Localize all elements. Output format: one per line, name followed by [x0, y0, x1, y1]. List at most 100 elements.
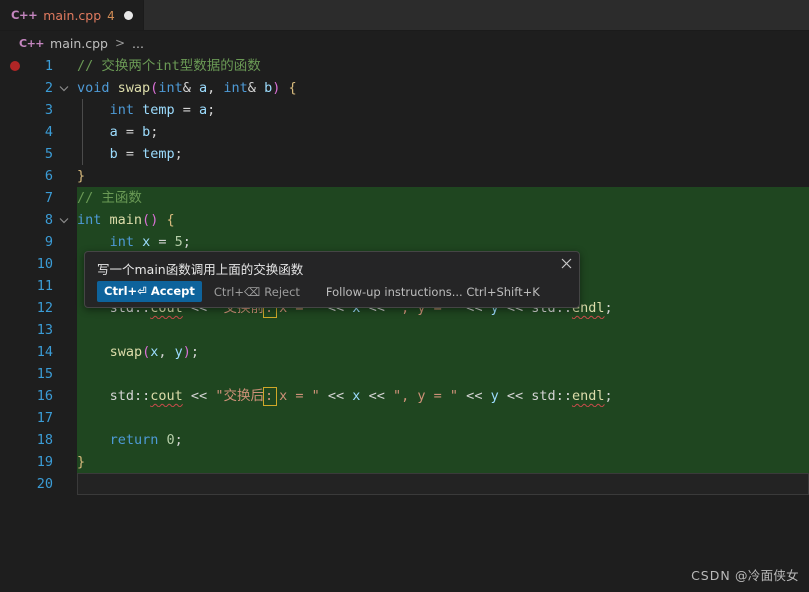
- code-line[interactable]: 1 // 交换两个int型数据的函数: [0, 55, 809, 77]
- code-line-text[interactable]: }: [77, 451, 809, 473]
- code-line[interactable]: 17: [0, 407, 809, 429]
- code-line[interactable]: 7 // 主函数: [0, 187, 809, 209]
- line-number: 10: [36, 256, 53, 272]
- cpp-file-icon: C++: [11, 7, 38, 22]
- line-gutter[interactable]: 13: [0, 319, 77, 341]
- line-gutter[interactable]: 18: [0, 429, 77, 451]
- line-gutter[interactable]: 19: [0, 451, 77, 473]
- line-gutter[interactable]: 5: [0, 143, 77, 165]
- line-number: 15: [36, 366, 53, 382]
- code-line-text[interactable]: // 主函数: [77, 187, 809, 209]
- chevron-down-icon[interactable]: [57, 209, 71, 231]
- code-line[interactable]: 3 int temp = a;: [0, 99, 809, 121]
- accept-button[interactable]: Ctrl+⏎ Accept: [97, 281, 202, 302]
- code-line[interactable]: 8 int main() {: [0, 209, 809, 231]
- line-gutter[interactable]: 20: [0, 473, 77, 495]
- code-line-text[interactable]: [77, 319, 809, 341]
- accept-label: Accept: [150, 284, 195, 298]
- code-line-text[interactable]: void swap(int& a, int& b) {: [77, 77, 809, 99]
- copilot-action-row: Ctrl+⏎ Accept Ctrl+⌫ Reject Follow-up inst…: [97, 281, 540, 302]
- line-gutter[interactable]: 1: [0, 55, 77, 77]
- code-line[interactable]: 15: [0, 363, 809, 385]
- code-line-text[interactable]: }: [77, 165, 809, 187]
- breadcrumb-file[interactable]: main.cpp: [50, 36, 108, 51]
- code-line[interactable]: 14 swap(x, y);: [0, 341, 809, 363]
- line-number: 7: [44, 190, 53, 206]
- line-gutter[interactable]: 11: [0, 275, 77, 297]
- code-editor[interactable]: 1 // 交换两个int型数据的函数 2 void swap(int& a, int&…: [0, 55, 809, 592]
- line-gutter[interactable]: 9: [0, 231, 77, 253]
- code-line[interactable]: 4 a = b;: [0, 121, 809, 143]
- line-number: 1: [44, 58, 53, 74]
- line-gutter[interactable]: 2: [0, 77, 77, 99]
- code-line[interactable]: 20: [0, 473, 809, 495]
- tab-problem-count: 4: [107, 8, 115, 23]
- code-line[interactable]: 5 b = temp;: [0, 143, 809, 165]
- code-line-text[interactable]: b = temp;: [77, 143, 809, 165]
- line-gutter[interactable]: 14: [0, 341, 77, 363]
- line-gutter[interactable]: 17: [0, 407, 77, 429]
- accept-shortcut: Ctrl+⏎: [104, 284, 147, 298]
- line-number: 12: [36, 300, 53, 316]
- code-line-text[interactable]: int x = 5;: [77, 231, 809, 253]
- line-number: 17: [36, 410, 53, 426]
- line-number: 11: [36, 278, 53, 294]
- chevron-down-icon[interactable]: [57, 77, 71, 99]
- line-number: 5: [44, 146, 53, 162]
- code-line-text[interactable]: return 0;: [77, 429, 809, 451]
- line-number: 19: [36, 454, 53, 470]
- code-line[interactable]: 18 return 0;: [0, 429, 809, 451]
- line-gutter[interactable]: 12: [0, 297, 77, 319]
- editor-tab-bar: C++ main.cpp 4: [0, 0, 809, 31]
- code-line[interactable]: 9 int x = 5;: [0, 231, 809, 253]
- line-number: 16: [36, 388, 53, 404]
- reject-label: Reject: [264, 284, 300, 299]
- code-line-text[interactable]: int main() {: [77, 209, 809, 231]
- line-gutter[interactable]: 8: [0, 209, 77, 231]
- line-number: 9: [44, 234, 53, 250]
- code-line-text[interactable]: [77, 473, 809, 495]
- line-gutter[interactable]: 15: [0, 363, 77, 385]
- line-gutter[interactable]: 3: [0, 99, 77, 121]
- line-number: 20: [36, 476, 53, 492]
- line-number: 18: [36, 432, 53, 448]
- reject-button[interactable]: Ctrl+⌫ Reject: [214, 285, 300, 299]
- copilot-inline-chat-widget[interactable]: 写一个main函数调用上面的交换函数 Ctrl+⏎ Accept Ctrl+⌫ Re…: [84, 251, 580, 308]
- line-number: 4: [44, 124, 53, 140]
- code-line[interactable]: 16 std::cout << "交换后: x = " << x << ", y …: [0, 385, 809, 407]
- code-line-text[interactable]: // 交换两个int型数据的函数: [77, 55, 809, 77]
- line-gutter[interactable]: 10: [0, 253, 77, 275]
- line-gutter[interactable]: 7: [0, 187, 77, 209]
- copilot-prompt-text: 写一个main函数调用上面的交换函数: [97, 262, 304, 277]
- code-line[interactable]: 6}: [0, 165, 809, 187]
- line-gutter[interactable]: 16: [0, 385, 77, 407]
- breadcrumb-overflow[interactable]: ...: [132, 36, 144, 51]
- line-number: 3: [44, 102, 53, 118]
- line-gutter[interactable]: 6: [0, 165, 77, 187]
- breakpoint-icon[interactable]: [10, 61, 20, 71]
- code-line[interactable]: 13: [0, 319, 809, 341]
- code-line[interactable]: 2 void swap(int& a, int& b) {: [0, 77, 809, 99]
- line-gutter[interactable]: 4: [0, 121, 77, 143]
- watermark-author: @冷面侠女: [734, 568, 799, 583]
- breadcrumb: C++ main.cpp > ...: [0, 31, 809, 55]
- vscode-editor-window: C++ main.cpp 4 C++ main.cpp > ... 1 // 交换…: [0, 0, 809, 592]
- tab-bar-empty-space: [143, 0, 809, 30]
- line-number: 6: [44, 168, 53, 184]
- close-icon[interactable]: [558, 255, 574, 271]
- code-line[interactable]: 19}: [0, 451, 809, 473]
- chevron-right-icon: >: [114, 36, 126, 50]
- followup-instructions-hint[interactable]: Follow-up instructions... Ctrl+Shift+K: [326, 285, 540, 299]
- reject-shortcut: Ctrl+⌫: [213, 284, 261, 299]
- line-number: 2: [44, 80, 53, 96]
- unsaved-dot-icon[interactable]: [123, 11, 133, 20]
- editor-tab-main-cpp[interactable]: C++ main.cpp 4: [0, 0, 144, 30]
- code-line-text[interactable]: a = b;: [77, 121, 809, 143]
- code-line-text[interactable]: swap(x, y);: [77, 341, 809, 363]
- line-number: 13: [36, 322, 53, 338]
- code-line-text[interactable]: int temp = a;: [77, 99, 809, 121]
- code-line-text[interactable]: std::cout << "交换后: x = " << x << ", y = "…: [77, 385, 809, 407]
- code-line-text[interactable]: [77, 363, 809, 385]
- code-line-text[interactable]: [77, 407, 809, 429]
- line-number: 8: [44, 212, 53, 228]
